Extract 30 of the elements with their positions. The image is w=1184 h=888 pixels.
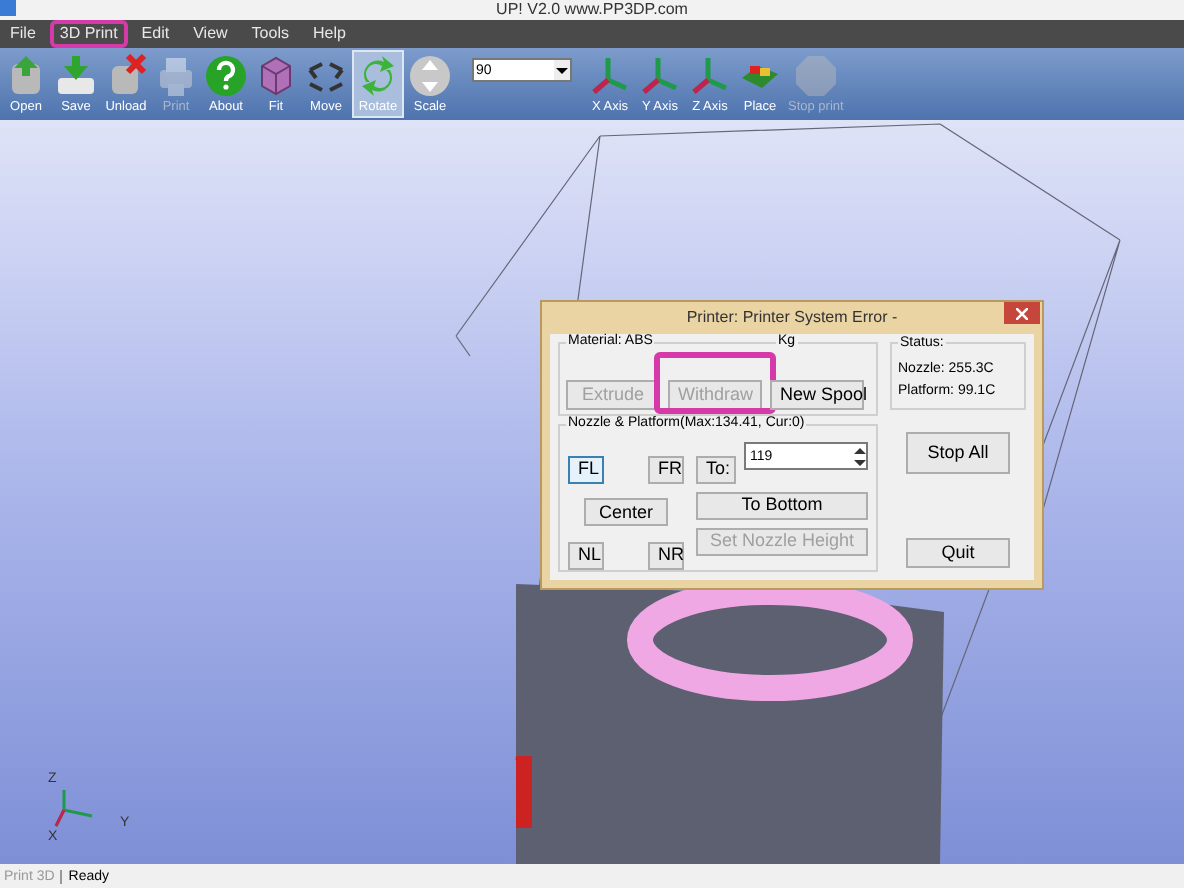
help-icon (204, 53, 248, 98)
close-button[interactable] (1004, 302, 1040, 324)
spinner-arrows-icon (854, 445, 866, 467)
menu-item[interactable]: Help (302, 20, 356, 48)
axis-icon (688, 53, 732, 98)
3d-viewport[interactable] (0, 120, 1184, 864)
platform-edge (516, 756, 532, 828)
dialog-button[interactable]: FR (648, 455, 684, 483)
dialog-button[interactable]: Center (584, 498, 668, 527)
dialog-button[interactable]: New Spool (770, 380, 864, 410)
dialog-button[interactable]: NR (648, 541, 684, 570)
printer-icon (154, 53, 198, 98)
dialog-button[interactable]: Quit (906, 538, 1010, 568)
dialog-button[interactable]: To: (696, 455, 736, 483)
axis-icon (638, 53, 682, 98)
stop-icon (793, 53, 838, 98)
menu-item[interactable]: Edit (131, 20, 180, 48)
dialog-button[interactable]: To Bottom (696, 491, 868, 519)
dialog-button[interactable]: NL (568, 541, 604, 570)
menu-item[interactable]: View (183, 20, 238, 48)
dialog-title: Printer: Printer System Error - (686, 310, 898, 326)
dialog-button[interactable]: FL (568, 455, 604, 483)
menu-item[interactable]: Tools (241, 20, 299, 48)
window-title: UP! V2.0 www.PP3DP.com (496, 2, 688, 18)
menu-item[interactable]: File (0, 20, 46, 48)
close-icon (1016, 307, 1028, 319)
axis-icon (588, 53, 632, 98)
save-icon (54, 53, 98, 98)
dialog-button[interactable]: Stop All (906, 432, 1010, 474)
scale-icon (408, 53, 452, 98)
